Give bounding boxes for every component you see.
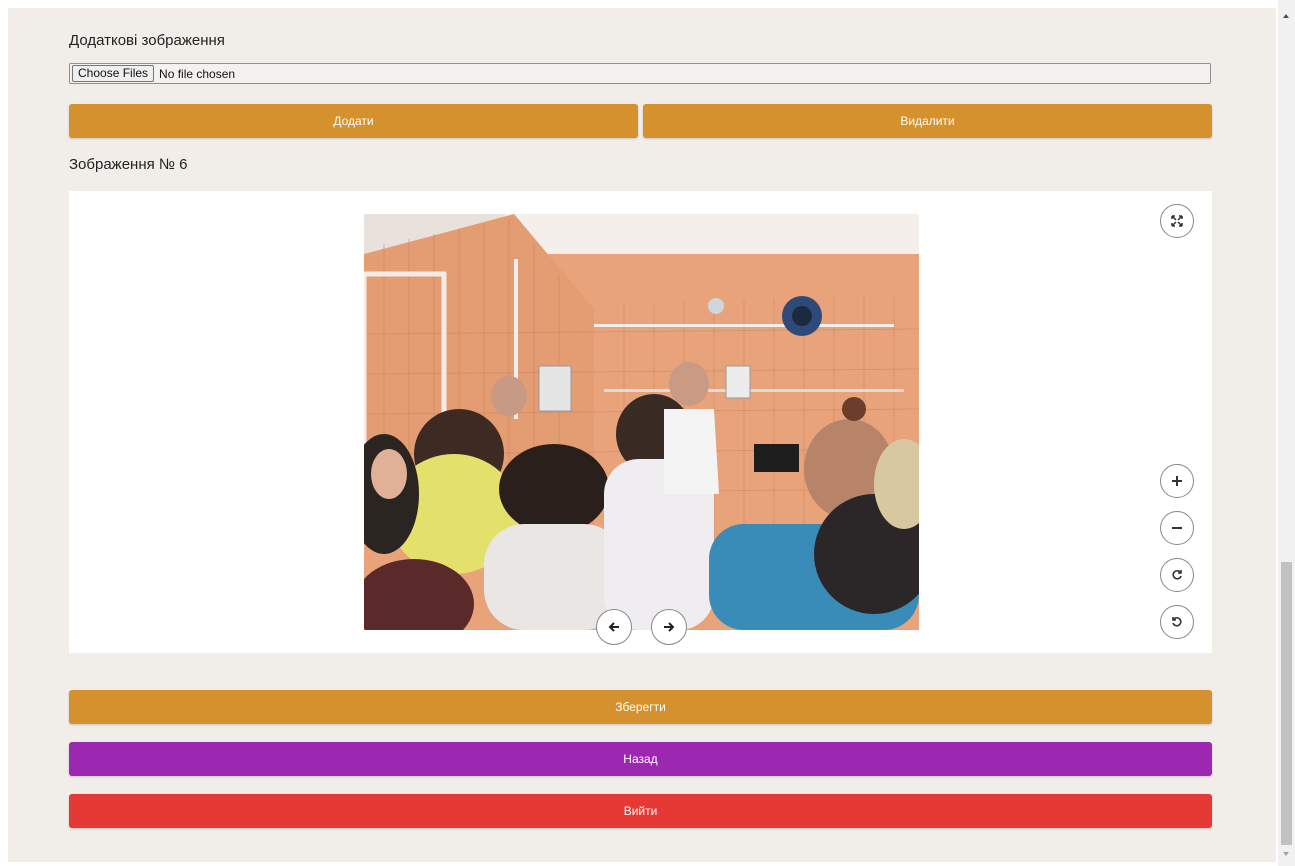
page-content: Додаткові зображення Choose Files No fil… [8,8,1276,862]
save-button[interactable]: Зберегти [69,690,1212,724]
fullscreen-button[interactable] [1160,204,1194,238]
zoom-in-button[interactable] [1160,464,1194,498]
extra-images-label: Додаткові зображення [69,32,225,49]
arrow-right-icon [663,621,675,633]
zoom-in-icon [1172,476,1182,486]
scroll-up-arrow-icon[interactable] [1283,14,1289,18]
previous-image-button[interactable] [596,609,632,645]
rotate-left-icon [1171,616,1183,628]
delete-button[interactable]: Видалити [643,104,1212,138]
arrow-left-icon [608,621,620,633]
rotate-right-icon [1171,569,1183,581]
scroll-down-arrow-icon[interactable] [1283,852,1289,856]
choose-files-button[interactable]: Choose Files [72,65,155,82]
zoom-out-icon [1172,523,1182,533]
zoom-out-button[interactable] [1160,511,1194,545]
fullscreen-icon [1171,215,1183,227]
rotate-right-button[interactable] [1160,558,1194,592]
exit-button[interactable]: Вийти [69,794,1212,828]
gallery-photo [364,214,919,630]
image-title: Зображення № 6 [69,156,188,173]
scrollbar-thumb[interactable] [1281,562,1292,845]
next-image-button[interactable] [651,609,687,645]
file-input[interactable]: Choose Files No file chosen [69,63,1211,84]
add-button[interactable]: Додати [69,104,638,138]
file-status-text: No file chosen [159,66,236,81]
image-viewer [69,191,1212,653]
back-button[interactable]: Назад [69,742,1212,776]
rotate-left-button[interactable] [1160,605,1194,639]
vertical-scrollbar[interactable] [1278,0,1295,866]
